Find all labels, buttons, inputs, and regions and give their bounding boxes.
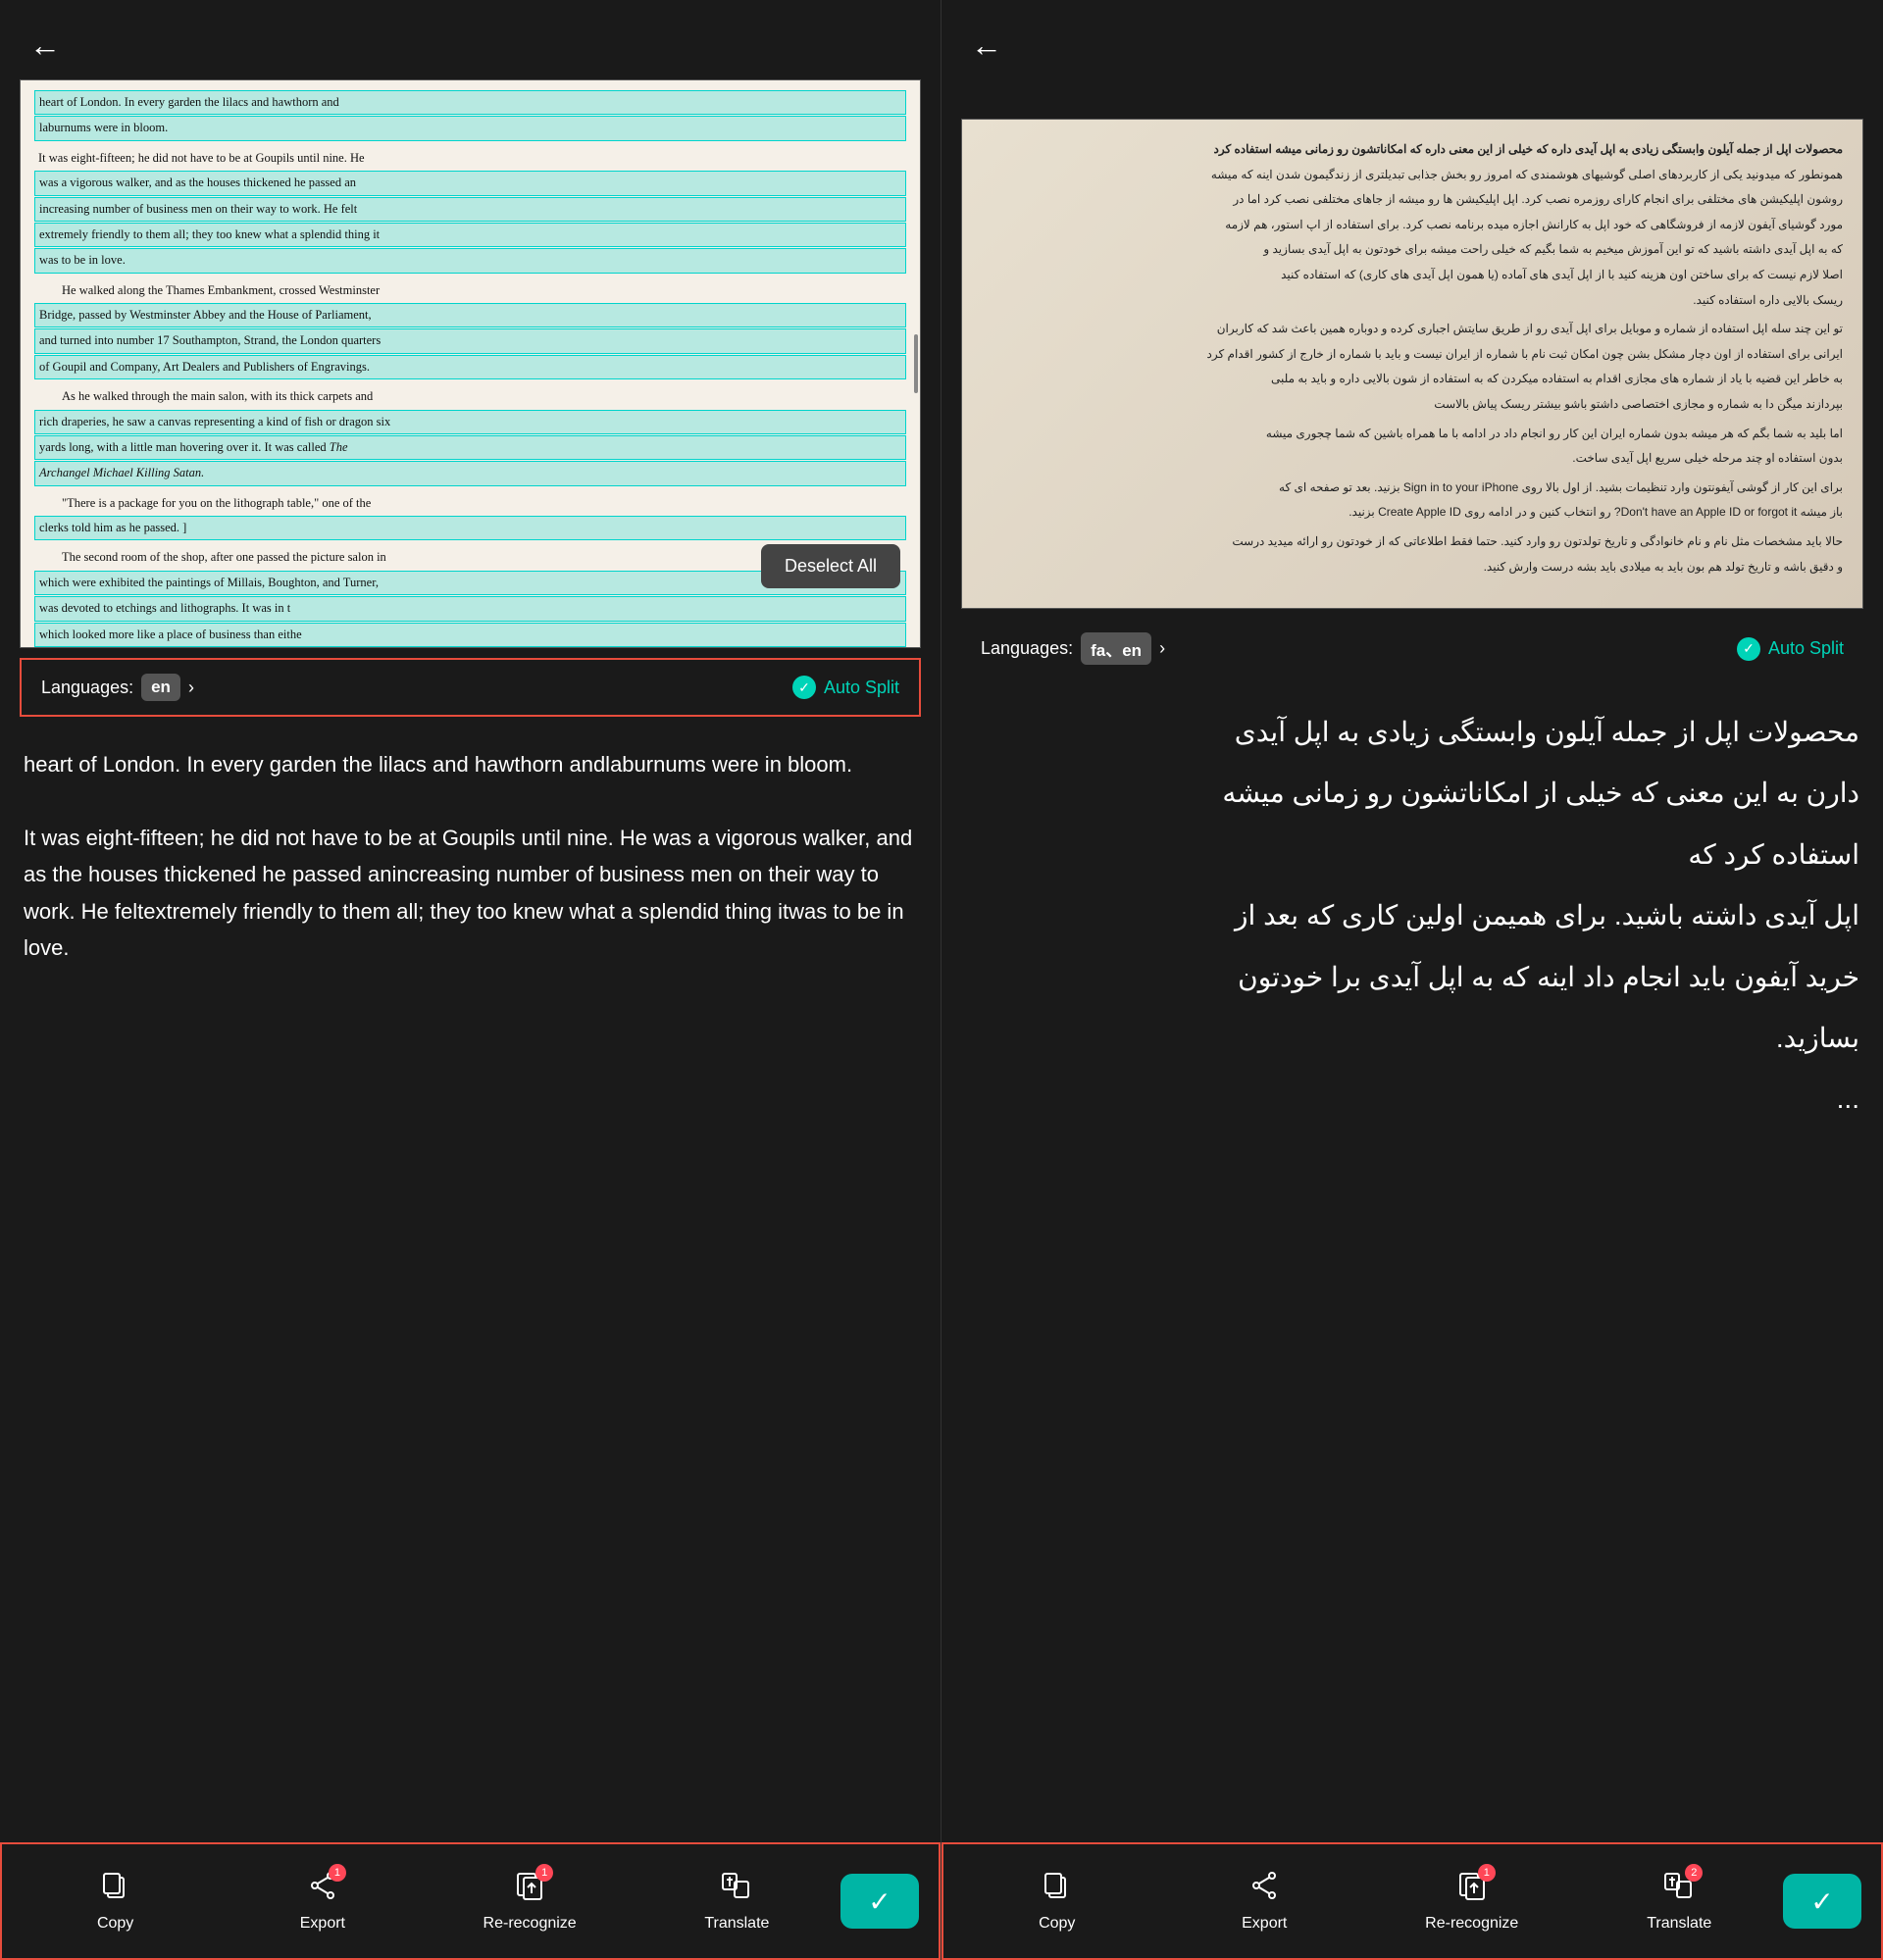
left-languages-bar: Languages: en › ✓ Auto Split	[20, 658, 921, 717]
right-copy-button[interactable]: Copy	[953, 1860, 1161, 1942]
left-translate-button[interactable]: Translate	[634, 1860, 840, 1942]
auto-split-label-left: Auto Split	[824, 678, 899, 698]
copy-icon-right	[1042, 1870, 1073, 1909]
languages-label-left: Languages:	[41, 678, 133, 698]
confirm-checkmark-left: ✓	[868, 1885, 891, 1918]
left-panel: ← heart of London. In every garden the l…	[0, 0, 942, 1960]
copy-label-right: Copy	[1039, 1915, 1075, 1933]
left-auto-split[interactable]: ✓ Auto Split	[792, 676, 899, 699]
left-lang-badge[interactable]: en	[141, 674, 180, 701]
rtl-line-5: خرید آیفون باید انجام داد اینه که به اپل…	[965, 953, 1859, 1002]
scroll-indicator	[914, 334, 918, 393]
left-export-button[interactable]: 1 Export	[219, 1860, 426, 1942]
right-back-button[interactable]: ←	[971, 27, 1002, 64]
left-rerecognize-button[interactable]: 1 Re-recognize	[427, 1860, 634, 1942]
right-auto-split[interactable]: ✓ Auto Split	[1737, 637, 1844, 661]
rtl-line-7: ...	[965, 1075, 1859, 1124]
right-languages-left: Languages: fa、en ›	[981, 632, 1165, 665]
left-header: ←	[0, 0, 941, 79]
rerecognize-badge-right: 1	[1478, 1864, 1496, 1882]
rerecognize-label-left: Re-recognize	[483, 1915, 577, 1933]
recognized-text-content-left: heart of London. In every garden the lil…	[24, 752, 912, 960]
copy-label-left: Copy	[97, 1915, 133, 1933]
left-document-image-area: heart of London. In every garden the lil…	[20, 79, 921, 648]
right-document-image: محصولات اپل از جمله آیلون وابستگی زیادی …	[962, 120, 1862, 608]
right-rerecognize-button[interactable]: 1 Re-recognize	[1368, 1860, 1576, 1942]
rtl-line-3: استفاده کرد که	[965, 830, 1859, 879]
right-lang-arrow[interactable]: ›	[1159, 638, 1165, 659]
confirm-checkmark-right: ✓	[1810, 1885, 1833, 1918]
rerecognize-label-right: Re-recognize	[1425, 1915, 1518, 1933]
translate-icon-right: 2	[1663, 1870, 1695, 1909]
translate-label-right: Translate	[1647, 1915, 1711, 1933]
export-icon-right	[1248, 1870, 1280, 1909]
right-confirm-button[interactable]: ✓	[1783, 1874, 1861, 1929]
right-panel: ← محصولات اپل از جمله آیلون وابستگی زیاد…	[942, 0, 1883, 1960]
right-lang-badge[interactable]: fa、en	[1081, 632, 1151, 665]
left-bottom-toolbar: Copy 1 Export	[0, 1842, 941, 1960]
rtl-line-6: بسازید.	[965, 1014, 1859, 1063]
translate-badge-right: 2	[1685, 1864, 1703, 1882]
left-document-image: heart of London. In every garden the lil…	[21, 80, 920, 647]
translate-icon-left	[721, 1870, 752, 1909]
right-export-button[interactable]: Export	[1161, 1860, 1369, 1942]
right-recognized-text: محصولات اپل از جمله آیلون وابستگی زیادی …	[942, 688, 1883, 1842]
auto-split-label-right: Auto Split	[1768, 638, 1844, 659]
rtl-line-4: اپل آیدی داشته باشید. برای همیمن اولین ک…	[965, 891, 1859, 940]
copy-icon-left	[100, 1870, 131, 1909]
export-icon-left: 1	[307, 1870, 338, 1909]
left-back-button[interactable]: ←	[29, 27, 61, 64]
left-languages-left: Languages: en ›	[41, 674, 194, 701]
right-bottom-toolbar: Copy Export	[942, 1842, 1883, 1960]
rtl-line-1: محصولات اپل از جمله آیلون وابستگی زیادی …	[965, 708, 1859, 757]
left-confirm-button[interactable]: ✓	[840, 1874, 919, 1929]
right-languages-bar: Languages: fa、en › ✓ Auto Split	[961, 619, 1863, 678]
export-label-right: Export	[1242, 1915, 1287, 1933]
deselect-all-menu[interactable]: Deselect All	[761, 544, 900, 588]
rtl-line-2: دارن به این معنی که خیلی از امکاناتشون ر…	[965, 769, 1859, 818]
left-lang-arrow[interactable]: ›	[188, 678, 194, 698]
rerecognize-badge-left: 1	[535, 1864, 553, 1882]
right-header: ←	[942, 0, 1883, 79]
auto-split-check-right: ✓	[1737, 637, 1760, 661]
languages-label-right: Languages:	[981, 638, 1073, 659]
left-copy-button[interactable]: Copy	[12, 1860, 219, 1942]
right-translate-button[interactable]: 2 Translate	[1576, 1860, 1784, 1942]
rerecognize-icon-right: 1	[1456, 1870, 1488, 1909]
translate-label-left: Translate	[704, 1915, 769, 1933]
auto-split-check-left: ✓	[792, 676, 816, 699]
export-label-left: Export	[300, 1915, 345, 1933]
right-document-image-area: محصولات اپل از جمله آیلون وابستگی زیادی …	[961, 119, 1863, 609]
rerecognize-icon-left: 1	[514, 1870, 545, 1909]
left-recognized-text: heart of London. In every garden the lil…	[0, 727, 941, 1842]
export-badge-left: 1	[329, 1864, 346, 1882]
